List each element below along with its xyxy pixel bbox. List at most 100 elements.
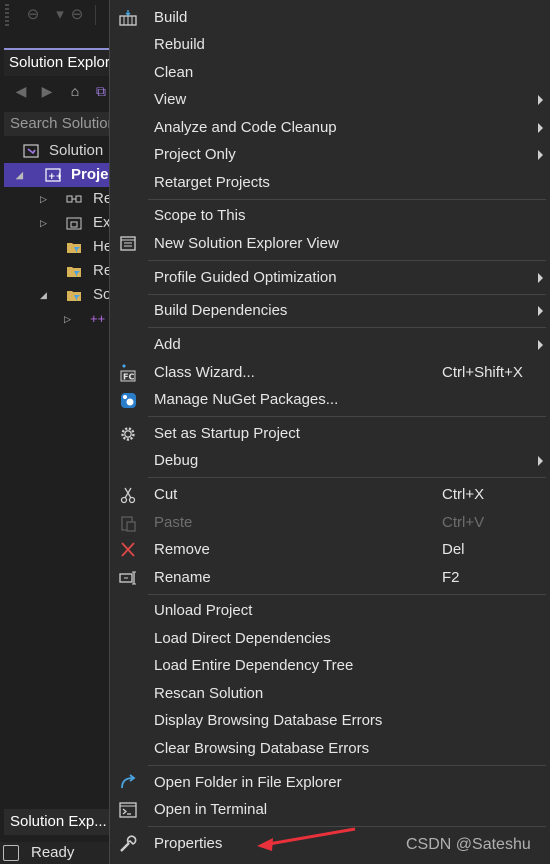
menu-separator (148, 416, 546, 417)
menu-item-clear-browsing-database-errors[interactable]: Clear Browsing Database Errors (110, 736, 550, 762)
class-wizard-icon: FC (120, 364, 136, 382)
tab-solution-explorer[interactable]: Solution Exp... (4, 809, 118, 835)
menu-item-label: Clean (154, 64, 194, 81)
tree-item-external-dependencies[interactable]: ▷ External Dependencies (0, 211, 112, 235)
menu-item-set-as-startup-project[interactable]: Set as Startup Project (110, 421, 550, 447)
menu-item-display-browsing-database-errors[interactable]: Display Browsing Database Errors (110, 708, 550, 734)
menu-item-rebuild[interactable]: Rebuild (110, 32, 550, 58)
menu-item-analyze-and-code-cleanup[interactable]: Analyze and Code Cleanup (110, 115, 550, 141)
menu-item-paste: Paste Ctrl+V (110, 510, 550, 536)
solution-explorer-toolbar: ◀ ▶ ⌂ ⧉ (4, 78, 112, 106)
forward-icon[interactable]: ▶ (38, 82, 56, 100)
menu-item-retarget-projects[interactable]: Retarget Projects (110, 170, 550, 196)
menu-separator (148, 294, 546, 295)
menu-item-label: Rename (154, 569, 211, 586)
menu-item-label: New Solution Explorer View (154, 235, 339, 252)
menu-item-open-in-terminal[interactable]: Open in Terminal (110, 797, 550, 823)
submenu-arrow-icon (538, 340, 543, 350)
menu-item-rescan-solution[interactable]: Rescan Solution (110, 681, 550, 707)
menu-item-open-folder-in-file-explorer[interactable]: Open Folder in File Explorer (110, 770, 550, 796)
home-icon[interactable]: ⌂ (66, 82, 84, 100)
red-annotation-arrow (257, 827, 356, 851)
menu-item-rename[interactable]: Rename F2 (110, 565, 550, 591)
menu-item-label: Project Only (154, 146, 236, 163)
menu-item-shortcut: Ctrl+Shift+X (442, 364, 523, 381)
menu-item-label: Build Dependencies (154, 302, 288, 319)
menu-item-label: Remove (154, 541, 210, 558)
new-explorer-view-icon (120, 236, 136, 251)
menu-item-build-dependencies[interactable]: Build Dependencies (110, 298, 550, 324)
back-icon[interactable]: ⊖ (23, 5, 43, 25)
menu-item-scope-to-this[interactable]: Scope to This (110, 203, 550, 229)
collapse-arrow-icon[interactable]: ◢ (16, 163, 23, 187)
context-menu: Build Rebuild Clean View Analyze and Cod… (109, 0, 550, 864)
menu-item-clean[interactable]: Clean (110, 60, 550, 86)
tree-item-project[interactable]: ◢ ++ Project (4, 163, 112, 187)
menu-item-unload-project[interactable]: Unload Project (110, 598, 550, 624)
menu-item-shortcut: Del (442, 541, 465, 558)
menu-separator (148, 327, 546, 328)
submenu-arrow-icon (538, 150, 543, 160)
tree-item-references[interactable]: ▷ References (0, 187, 112, 211)
menu-separator (148, 765, 546, 766)
submenu-arrow-icon (538, 95, 543, 105)
submenu-arrow-icon (538, 273, 543, 283)
tree-item-source-files[interactable]: ◢ Source Files (0, 283, 112, 307)
menu-separator (148, 594, 546, 595)
menu-item-build[interactable]: Build (110, 5, 550, 31)
gear-icon (121, 427, 135, 441)
expand-arrow-icon[interactable]: ▷ (40, 211, 47, 235)
menu-item-add[interactable]: Add (110, 332, 550, 358)
menu-item-shortcut: F2 (442, 569, 460, 586)
menu-item-label: Manage NuGet Packages... (154, 391, 339, 408)
menu-separator (148, 199, 546, 200)
menu-item-shortcut: Ctrl+V (442, 514, 485, 531)
menu-item-project-only[interactable]: Project Only (110, 142, 550, 168)
solution-explorer-panel: Solution Explorer ◀ ▶ ⌂ ⧉ Search Solutio… (0, 44, 118, 844)
rename-icon (119, 571, 136, 585)
menu-item-profile-guided-optimization[interactable]: Profile Guided Optimization (110, 265, 550, 291)
toolbar-grip[interactable] (5, 4, 9, 26)
vs-switch-views-icon[interactable]: ⧉ (92, 82, 110, 100)
tree-item-solution[interactable]: Solution (0, 139, 112, 163)
menu-separator (148, 477, 546, 478)
forward-icon[interactable]: ⊖ (67, 5, 87, 25)
watermark-text: CSDN @Sateshu (406, 836, 531, 853)
toolbar-divider (95, 5, 96, 25)
menu-item-label: Build (154, 9, 188, 26)
menu-item-view[interactable]: View (110, 87, 550, 113)
tree-item-resource-files[interactable]: Resource Files (0, 259, 112, 283)
back-icon[interactable]: ◀ (12, 82, 30, 100)
tree-item-header-files[interactable]: Header Files (0, 235, 112, 259)
solution-icon (23, 144, 39, 158)
expand-arrow-icon[interactable]: ▷ (64, 307, 71, 331)
menu-item-debug[interactable]: Debug (110, 448, 550, 474)
tree-item-label: Project (71, 166, 112, 183)
solution-explorer-title[interactable]: Solution Explorer (4, 48, 117, 76)
menu-item-label: Rebuild (154, 36, 205, 53)
submenu-arrow-icon (538, 456, 543, 466)
menu-item-load-direct-dependencies[interactable]: Load Direct Dependencies (110, 626, 550, 652)
expand-arrow-icon[interactable]: ▷ (40, 187, 47, 211)
open-folder-icon (121, 774, 136, 789)
tree-item-source-file[interactable]: ▷ ++ (0, 307, 112, 331)
menu-item-label: Cut (154, 486, 178, 503)
svg-text:++: ++ (48, 172, 61, 182)
menu-item-cut[interactable]: Cut Ctrl+X (110, 482, 550, 508)
collapse-arrow-icon[interactable]: ◢ (40, 283, 47, 307)
menu-item-label: View (154, 91, 187, 108)
menu-item-shortcut: Ctrl+X (442, 486, 485, 503)
menu-item-label: Load Entire Dependency Tree (154, 657, 354, 674)
menu-item-new-solution-explorer-view[interactable]: New Solution Explorer View (110, 231, 550, 257)
menu-item-label: Paste (154, 514, 193, 531)
submenu-arrow-icon (538, 306, 543, 316)
menu-item-class-wizard[interactable]: FC Class Wizard... Ctrl+Shift+X (110, 360, 550, 386)
menu-item-label: Display Browsing Database Errors (154, 712, 383, 729)
menu-item-label: Retarget Projects (154, 174, 270, 191)
menu-item-remove[interactable]: Remove Del (110, 537, 550, 563)
search-input[interactable]: Search Solution Explorer (4, 112, 114, 136)
status-icon (3, 845, 19, 861)
menu-item-manage-nuget-packages[interactable]: Manage NuGet Packages... (110, 387, 550, 413)
filter-folder-icon (67, 267, 81, 277)
menu-item-load-entire-dependency-tree[interactable]: Load Entire Dependency Tree (110, 653, 550, 679)
